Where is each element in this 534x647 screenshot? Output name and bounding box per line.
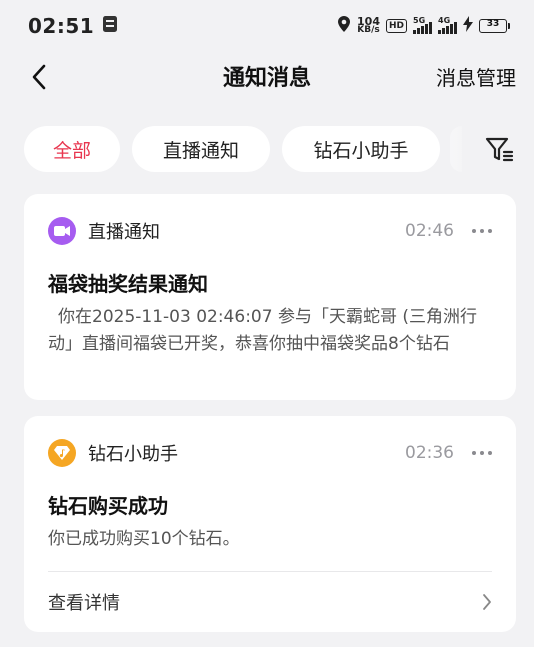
sim-card-icon [102, 15, 118, 37]
notification-title: 钻石购买成功 [48, 494, 168, 518]
status-bar: 02:51 104 KB/s HD 5G 4G 33 [0, 0, 534, 52]
notification-time: 02:46 [405, 221, 454, 241]
view-details-label: 查看详情 [48, 593, 120, 614]
battery-level: 33 [486, 19, 500, 29]
diamond-music-icon [48, 439, 76, 467]
status-time: 02:51 [28, 14, 95, 38]
filter-chip-diamond[interactable]: 钻石小助手 [282, 126, 440, 172]
battery-icon: 33 [479, 19, 510, 33]
filter-button[interactable] [484, 134, 516, 166]
hd-voice-badge: HD [385, 19, 407, 33]
more-options-button[interactable] [472, 443, 492, 463]
more-options-button[interactable] [472, 221, 492, 241]
notification-card-diamond[interactable]: 钻石小助手 02:36 钻石购买成功 你已成功购买10个钻石。 查看详情 [24, 416, 516, 632]
more-dots-icon [472, 451, 476, 455]
notification-title: 福袋抽奖结果通知 [48, 272, 208, 296]
notification-body: 你已成功购买10个钻石。 [48, 529, 240, 549]
location-icon [337, 15, 351, 37]
chevron-left-icon [32, 64, 46, 90]
nav-bar: 通知消息 消息管理 [0, 52, 534, 100]
live-camera-icon [48, 217, 76, 245]
notification-time: 02:36 [405, 443, 454, 463]
signal-4g-icon: 4G [438, 16, 457, 34]
notification-body: 你在2025-11-03 02:46:07 参与「天霸蛇哥 (三角洲行动」直播间… [48, 307, 477, 354]
chevron-right-icon [483, 594, 491, 610]
signal-5g-icon: 5G [413, 16, 432, 34]
filter-funnel-icon [485, 137, 514, 162]
more-dots-icon [472, 229, 476, 233]
charging-bolt-icon [463, 16, 473, 36]
back-button[interactable] [24, 62, 54, 92]
notification-source: 直播通知 [88, 222, 160, 243]
divider [48, 571, 492, 572]
filter-tabs: 全部 直播通知 钻石小助手 [0, 126, 534, 174]
page-title: 通知消息 [222, 66, 311, 91]
notification-card-live[interactable]: 直播通知 02:46 福袋抽奖结果通知 你在2025-11-03 02:46:0… [24, 194, 516, 400]
filter-chip-live[interactable]: 直播通知 [132, 126, 270, 172]
notification-source: 钻石小助手 [88, 444, 178, 465]
view-details-row[interactable]: 查看详情 [48, 587, 492, 617]
message-settings-button[interactable]: 消息管理 [436, 62, 516, 91]
network-speed: 104 KB/s [357, 15, 380, 35]
filter-scroll-fade [448, 126, 478, 172]
filter-chip-all[interactable]: 全部 [24, 126, 120, 172]
